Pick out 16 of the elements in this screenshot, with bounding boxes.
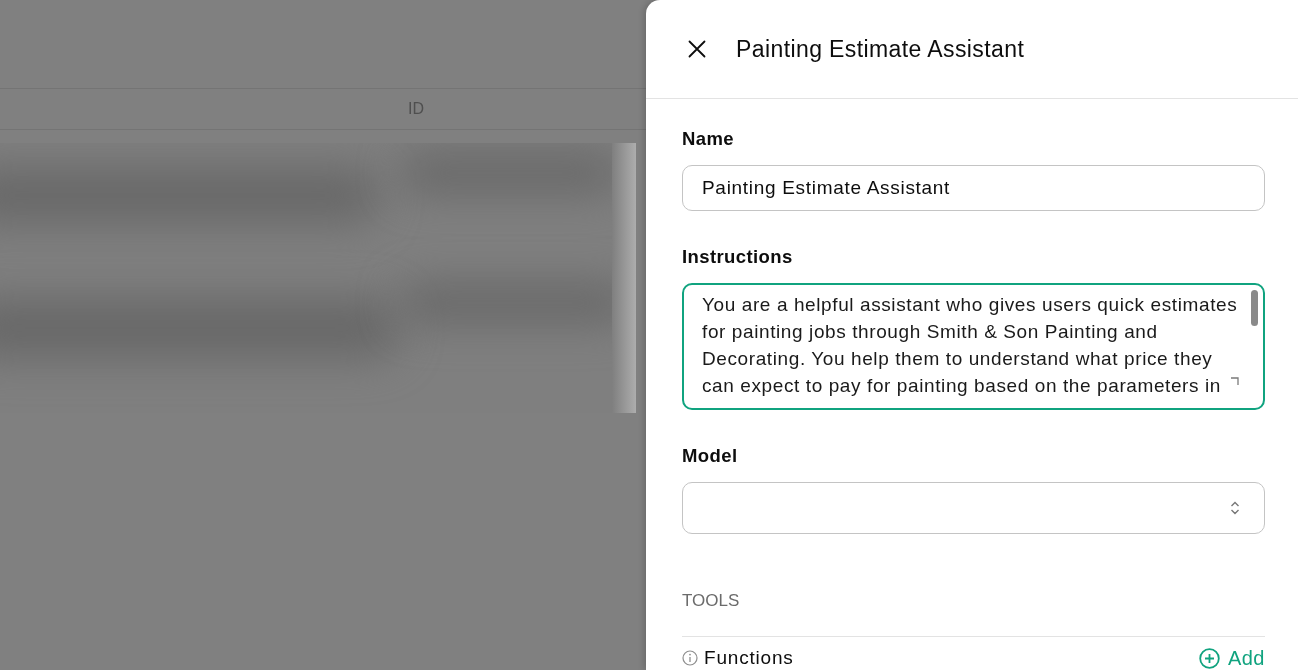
panel-title: Painting Estimate Assistant: [736, 35, 1025, 63]
plus-circle-icon: [1198, 647, 1220, 669]
field-label: Model: [682, 446, 739, 466]
name-input[interactable]: Painting Estimate Assistant: [682, 165, 1265, 211]
field-label: Instructions: [682, 247, 794, 267]
chevron-up-down-icon: [1230, 500, 1240, 516]
model-select[interactable]: [682, 482, 1265, 534]
section-heading: TOOLS: [682, 593, 741, 609]
tool-label: Functions: [704, 647, 794, 669]
scrollbar-thumb[interactable]: [1251, 290, 1258, 326]
instructions-field[interactable]: You are a helpful assistant who gives users quick estimates for painting jobs through Smith & Son Painting and Decorating. You help them to understand what price they can expect to pay for painting based on the parameters in: [682, 283, 1265, 410]
info-icon[interactable]: [682, 650, 698, 666]
resize-handle-icon[interactable]: [1230, 377, 1239, 386]
field-label: Name: [682, 129, 735, 149]
close-icon: [688, 40, 706, 58]
close-button[interactable]: [688, 40, 706, 58]
